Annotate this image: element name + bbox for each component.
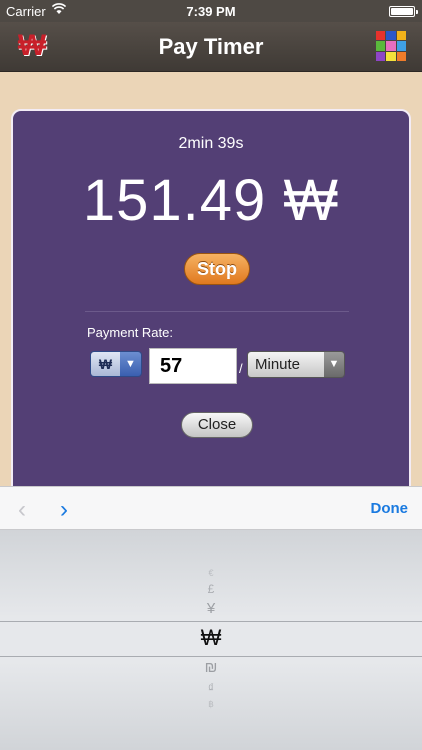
picker-option[interactable]: €: [0, 568, 422, 578]
stop-button[interactable]: Stop: [184, 253, 250, 285]
currency-picker[interactable]: € £ ¥ ₩ ₪ ₫ ฿: [0, 530, 422, 750]
battery-icon: [389, 6, 418, 17]
grid-color-cell: [376, 41, 386, 51]
picker-option[interactable]: ₪: [0, 659, 422, 676]
rate-input[interactable]: 57: [149, 348, 237, 384]
navigation-bar: ₩ Pay Timer: [0, 22, 422, 72]
payment-rate-label: Payment Rate:: [87, 325, 173, 340]
chevron-down-icon: ▼: [324, 352, 344, 377]
earned-amount: 151.49 ₩: [82, 168, 340, 233]
divider: [85, 311, 349, 312]
unit-value: Minute: [248, 352, 324, 377]
picker-option[interactable]: ₫: [0, 681, 422, 695]
status-bar: Carrier 7:39 PM: [0, 0, 422, 22]
picker-option[interactable]: ₩: [0, 625, 422, 651]
grid-color-cell: [396, 31, 406, 41]
clock-time: 7:39 PM: [186, 4, 236, 19]
grid-color-cell: [386, 51, 396, 61]
close-button[interactable]: Close: [181, 412, 253, 438]
grid-color-cell: [376, 31, 386, 41]
currency-dropdown[interactable]: ₩ ▼: [90, 351, 142, 377]
grid-color-cell: [386, 31, 396, 41]
chevron-down-icon: ▼: [119, 352, 141, 376]
grid-color-cell: [376, 51, 386, 61]
grid-color-cell: [396, 51, 406, 61]
elapsed-time: 2min 39s: [178, 135, 244, 152]
color-grid-icon[interactable]: [376, 31, 406, 61]
next-field-icon[interactable]: ›: [60, 496, 68, 524]
picker-option[interactable]: ¥: [0, 600, 422, 617]
grid-color-cell: [396, 41, 406, 51]
previous-field-icon[interactable]: ‹: [18, 496, 26, 524]
done-button[interactable]: Done: [371, 500, 409, 517]
timer-card: 2min 39s 151.49 ₩ Stop Payment Rate: ₩ ▼…: [11, 109, 411, 509]
page-title: Pay Timer: [158, 34, 264, 59]
currency-value: ₩: [91, 352, 120, 376]
grid-color-cell: [386, 41, 396, 51]
rate-separator: /: [239, 361, 243, 376]
picker-option[interactable]: ฿: [0, 699, 422, 710]
unit-dropdown[interactable]: Minute ▼: [247, 351, 345, 378]
keyboard-accessory-toolbar: ‹ › Done: [0, 486, 422, 530]
picker-option[interactable]: £: [0, 582, 422, 596]
